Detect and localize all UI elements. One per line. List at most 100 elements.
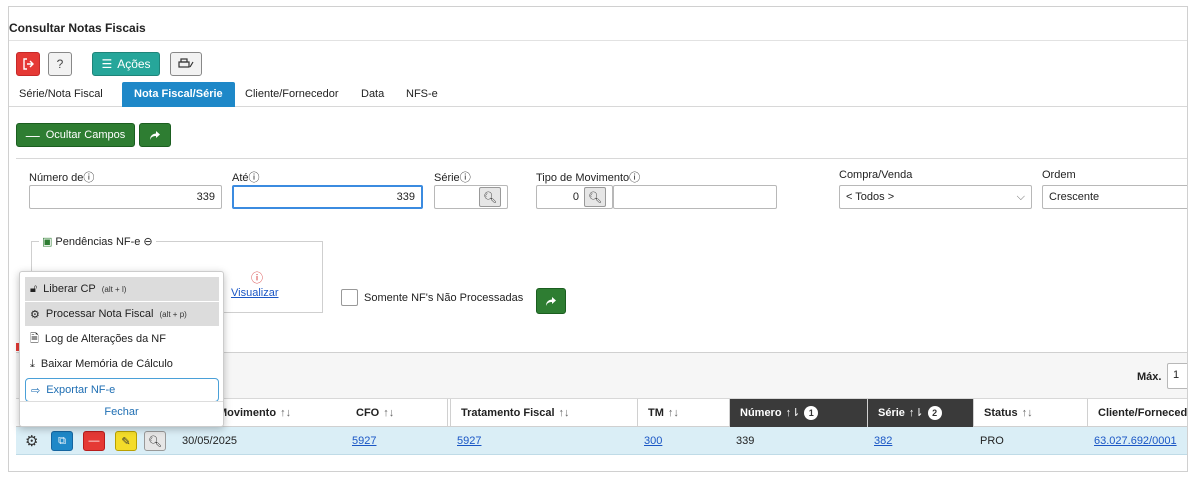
info-icon: ⓘ (248, 172, 260, 184)
print-button[interactable] (170, 52, 202, 76)
ordem-value: Crescente (1049, 191, 1100, 203)
cell-cliente: 63.027.692/0001 (1088, 427, 1187, 455)
pendencias-legend-text: Pendências NF-e (55, 235, 141, 248)
menu-item-label: Baixar Memória de Cálculo (40, 358, 173, 370)
menu-item-shortcut: (alt + l) (101, 284, 127, 294)
menu-item-label: Liberar CP (43, 283, 96, 295)
unlock-icon: 🔓︎ (30, 282, 38, 295)
edit-button[interactable]: ✎ (115, 431, 137, 451)
sort-icon: ↑↓ (280, 407, 292, 419)
col-numero[interactable]: Número ↑⇂ 1 (730, 399, 868, 427)
ordem-label: Ordem (1042, 169, 1076, 181)
sort-icon: ↑↓ (1021, 407, 1033, 419)
tipo-movimento-field: 0 🔍︎ (536, 185, 613, 209)
pendencias-legend: ▣ Pendências NF-e ⊖ (39, 235, 156, 248)
compra-venda-value: < Todos > (846, 191, 895, 203)
tab-data[interactable]: Data (361, 82, 384, 107)
tipo-movimento-search-button[interactable]: 🔍︎ (584, 187, 606, 207)
table-row[interactable]: ⚙ ⧉ — ✎ 🔍︎ 30/05/2025 5927 5927 300 339 … (16, 427, 1187, 455)
tratamento-link[interactable]: 5927 (457, 435, 481, 447)
cfo-link[interactable]: 5927 (352, 435, 376, 447)
compra-venda-select[interactable]: < Todos > ⌵ (839, 185, 1032, 209)
exit-button[interactable] (16, 52, 40, 76)
menu-item-label: Exportar NF-e (46, 384, 116, 396)
col-serie[interactable]: Série ↑⇂ 2 (868, 399, 974, 427)
share-arrow-icon (150, 130, 160, 140)
ordem-select[interactable]: Crescente (1042, 185, 1187, 209)
tipo-movimento-label: Tipo de Movimentoⓘ (536, 172, 641, 184)
pendencias-visualizar-link[interactable]: Visualizar (231, 287, 279, 299)
menu-icon: ☰ (101, 57, 113, 71)
search-icon: 🔍︎ (148, 435, 162, 448)
sort-icon: ↑↓ (383, 407, 395, 419)
menu-item-label: Processar Nota Fiscal (45, 308, 154, 320)
menu-item-processar-nf[interactable]: ⚙ Processar Nota Fiscal (alt + p) (25, 302, 219, 326)
collapse-icon[interactable]: ⊖ (143, 235, 152, 248)
col-cliente-fornecedor[interactable]: Cliente/Fornecedor (1088, 399, 1187, 427)
sort-icon: ↑↓ (667, 407, 679, 419)
somente-nao-processadas-checkbox[interactable] (341, 289, 358, 306)
minus-icon: — (88, 435, 100, 447)
cell-serie: 382 (868, 427, 974, 455)
serie-link[interactable]: 382 (874, 435, 892, 447)
cog-icon: ⚙ (30, 308, 40, 321)
filter-tabs: Série/Nota Fiscal Nota Fiscal/Série Clie… (9, 82, 1187, 107)
tm-link[interactable]: 300 (644, 435, 662, 447)
sort-order-badge: 2 (927, 406, 942, 421)
max-input[interactable]: 1 (1167, 363, 1187, 389)
search-go-button[interactable] (139, 123, 171, 147)
cell-numero: 339 (736, 435, 755, 447)
compra-venda-label: Compra/Venda (839, 169, 913, 181)
tab-nfse[interactable]: NFS-e (406, 82, 438, 107)
col-status[interactable]: Status ↑↓ (974, 399, 1088, 427)
tab-serie-nota[interactable]: Série/Nota Fiscal (19, 82, 103, 107)
tipo-movimento-desc (613, 185, 777, 209)
search-icon: 🔍︎ (588, 191, 602, 204)
menu-item-log-alteracoes[interactable]: 🗎︎ Log de Alterações da NF (25, 327, 219, 351)
export-icon: ⇨ (31, 384, 41, 397)
menu-item-exportar-nfe[interactable]: ⇨ Exportar NF-e (25, 378, 219, 402)
acoes-label: Ações (117, 57, 151, 71)
serie-label: Sérieⓘ (434, 172, 471, 184)
download-icon: ⤓ (30, 357, 35, 370)
somente-nao-processadas-label: Somente NF's Não Processadas (364, 292, 524, 304)
help-button[interactable]: ? (48, 52, 72, 76)
view-button[interactable]: 🔍︎ (144, 431, 166, 451)
minus-icon: — (25, 127, 40, 143)
acoes-button[interactable]: ☰ Ações (92, 52, 160, 76)
tab-cliente-fornecedor[interactable]: Cliente/Fornecedor (245, 82, 339, 107)
menu-item-shortcut: (alt + p) (159, 309, 187, 319)
menu-item-liberar-cp[interactable]: 🔓︎ Liberar CP (alt + l) (25, 277, 219, 301)
search-icon: 🔍︎ (483, 191, 497, 204)
sort-icon: ↑↓ (558, 407, 570, 419)
hide-fields-label: Ocultar Campos (45, 129, 126, 141)
hide-fields-button[interactable]: — Ocultar Campos (16, 123, 135, 147)
col-cfo[interactable]: CFO ↑↓ (346, 399, 451, 427)
serie-field: 🔍︎ (434, 185, 508, 209)
numero-de-input[interactable]: 339 (29, 185, 222, 209)
delete-button[interactable]: — (83, 431, 105, 451)
title-divider (9, 40, 1187, 41)
menu-close-button[interactable]: Fechar (20, 406, 223, 418)
apply-filter-button[interactable] (536, 288, 566, 314)
calendar-icon: ▣ (42, 236, 53, 248)
gear-icon[interactable]: ⚙ (25, 432, 38, 450)
col-tm[interactable]: TM ↑↓ (638, 399, 730, 427)
menu-item-label: Log de Alterações da NF (44, 333, 166, 345)
sort-asc-icon: ↑⇂ (908, 407, 924, 419)
col-tratamento-fiscal[interactable]: Tratamento Fiscal ↑↓ (451, 399, 638, 427)
cell-movimento: 30/05/2025 (182, 435, 238, 447)
tab-nota-serie[interactable]: Nota Fiscal/Série (122, 82, 235, 107)
copy-icon: ⧉ (58, 434, 66, 447)
pencil-icon: ✎ (121, 435, 131, 448)
menu-item-baixar-memoria[interactable]: ⤓ Baixar Memória de Cálculo (25, 352, 219, 376)
tipo-movimento-input[interactable]: 0 (573, 191, 579, 203)
alert-icon: ⓘ (251, 271, 264, 285)
file-edit-icon: 🗎︎ (30, 332, 39, 345)
share-arrow-icon (546, 296, 556, 306)
ate-input[interactable]: 339 (232, 185, 423, 209)
serie-search-button[interactable]: 🔍︎ (479, 187, 501, 207)
cliente-link[interactable]: 63.027.692/0001 (1094, 435, 1177, 447)
copy-button[interactable]: ⧉ (51, 431, 73, 451)
info-icon: ⓘ (83, 172, 95, 184)
